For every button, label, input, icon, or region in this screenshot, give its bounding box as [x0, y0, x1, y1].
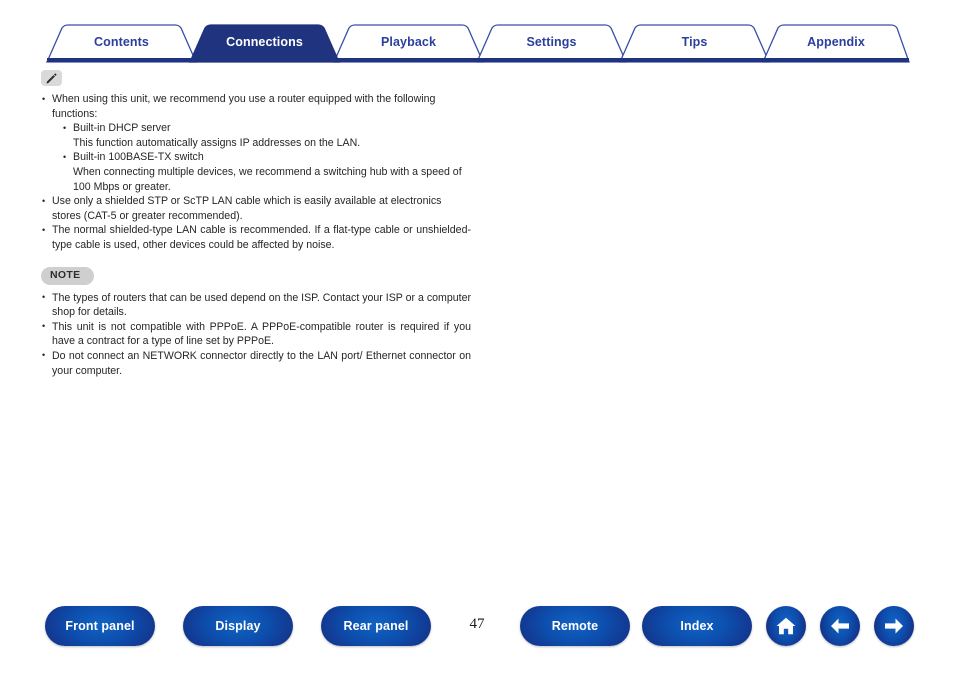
- next-page-button[interactable]: [874, 606, 914, 646]
- list-item: This function automatically assigns IP a…: [73, 136, 361, 149]
- remote-button[interactable]: Remote: [520, 606, 630, 646]
- tab-connections[interactable]: Connections: [190, 24, 339, 60]
- page-number: 47: [469, 616, 485, 632]
- index-button[interactable]: Index: [642, 606, 752, 646]
- tip-bullet-list: When using this unit, we recommend you u…: [41, 91, 471, 253]
- note-badge: NOTE: [41, 266, 94, 285]
- display-button[interactable]: Display: [183, 606, 293, 646]
- tab-bar-underline: [47, 58, 909, 62]
- list-item: Use only a shielded STP or ScTP LAN cabl…: [41, 194, 471, 223]
- list-item: The normal shielded-type LAN cable is re…: [41, 223, 471, 252]
- tip-sublist: Built-in DHCP server This function autom…: [52, 121, 471, 194]
- front-panel-button[interactable]: Front panel: [45, 606, 155, 646]
- home-button[interactable]: [766, 606, 806, 646]
- list-item: The types of routers that can be used de…: [41, 290, 471, 320]
- list-item: This unit is not compatible with PPPoE. …: [41, 319, 471, 349]
- content-body: When using this unit, we recommend you u…: [41, 70, 471, 378]
- list-item: Built-in DHCP server: [63, 121, 471, 136]
- tip-text: When using this unit, we recommend you u…: [52, 93, 436, 120]
- arrow-left-icon: [831, 618, 849, 634]
- note-bullet-list: The types of routers that can be used de…: [41, 290, 471, 379]
- arrow-right-icon: [885, 618, 903, 634]
- tab-settings[interactable]: Settings: [477, 24, 626, 60]
- list-item: When using this unit, we recommend you u…: [41, 91, 471, 194]
- tab-playback[interactable]: Playback: [334, 24, 483, 60]
- list-item: When connecting multiple devices, we rec…: [73, 165, 462, 193]
- manual-page: Contents Connections Playback Settings T…: [0, 0, 954, 673]
- tab-appendix[interactable]: Appendix: [763, 24, 909, 60]
- tab-contents[interactable]: Contents: [47, 24, 196, 60]
- rear-panel-button[interactable]: Rear panel: [321, 606, 431, 646]
- list-item: Built-in 100BASE-TX switch: [63, 150, 471, 165]
- home-icon: [776, 617, 796, 635]
- list-item: Do not connect an NETWORK connector dire…: [41, 348, 471, 378]
- tab-tips[interactable]: Tips: [620, 24, 769, 60]
- previous-page-button[interactable]: [820, 606, 860, 646]
- pencil-glyph: [46, 72, 57, 83]
- bottom-navigation-bar: Front panel Display Rear panel 47 Remote…: [0, 606, 954, 648]
- pencil-icon: [41, 70, 62, 86]
